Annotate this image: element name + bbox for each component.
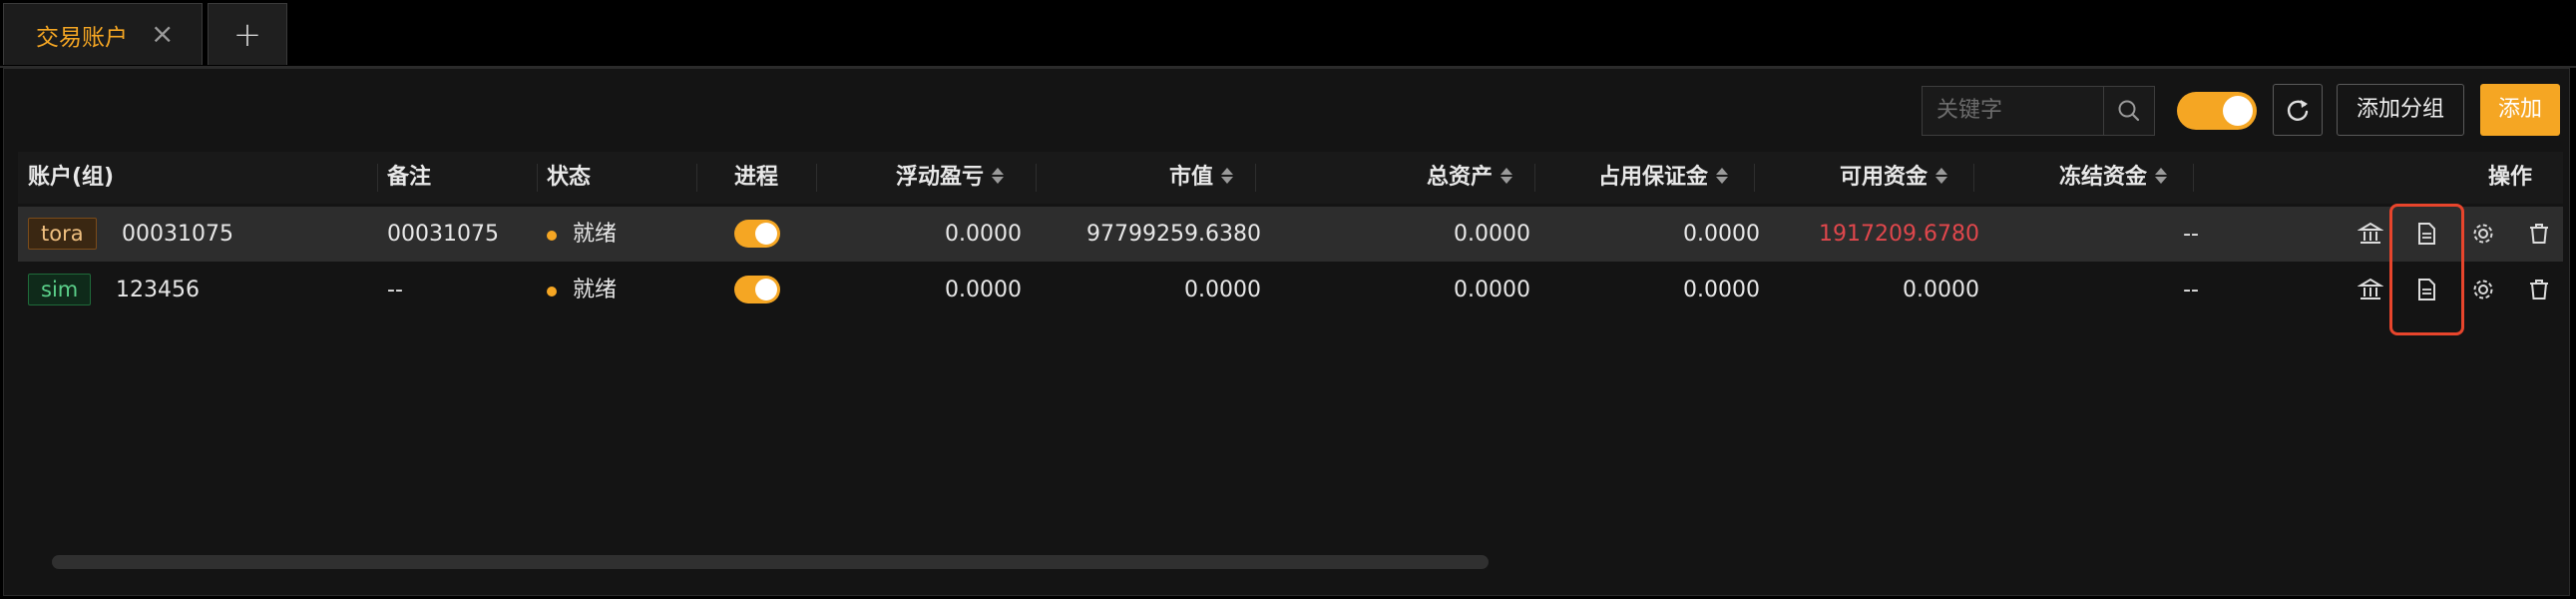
close-icon[interactable]: ×	[151, 20, 179, 48]
status-dot	[547, 287, 557, 297]
add-button[interactable]: 添加	[2480, 84, 2560, 136]
col-frozen-label: 冻结资金	[2059, 165, 2148, 190]
available-funds: 0.0000	[1903, 278, 1979, 302]
sort-icon[interactable]	[1935, 166, 1949, 186]
column-divider	[1754, 164, 1755, 192]
status-text: 就绪	[573, 222, 618, 247]
column-divider	[377, 164, 378, 192]
frozen-funds: --	[2183, 278, 2199, 302]
col-available[interactable]: 可用资金	[1840, 152, 1949, 204]
tab-label: 交易账户	[36, 24, 128, 51]
col-remark: 备注	[387, 165, 432, 190]
status-dot	[547, 231, 557, 241]
sort-icon[interactable]	[1221, 166, 1235, 186]
auto-toggle[interactable]	[2177, 92, 2257, 130]
col-process: 进程	[734, 165, 779, 190]
process-toggle[interactable]	[734, 276, 780, 303]
col-float-pnl[interactable]: 浮动盈亏	[896, 152, 1006, 204]
column-divider	[1973, 164, 1974, 192]
toggle-knob	[755, 223, 777, 245]
col-margin[interactable]: 占用保证金	[1598, 152, 1730, 204]
column-divider	[696, 164, 697, 192]
margin: 0.0000	[1683, 278, 1760, 302]
market-value: 97799259.6380	[1086, 222, 1261, 247]
sort-icon[interactable]	[1501, 166, 1514, 186]
horizontal-scrollbar[interactable]	[52, 555, 1489, 569]
gear-icon[interactable]	[2470, 277, 2496, 302]
process-toggle[interactable]	[734, 220, 780, 248]
account-id: 00031075	[122, 222, 233, 247]
total-assets: 0.0000	[1454, 222, 1530, 247]
column-divider	[1255, 164, 1256, 192]
content-panel	[3, 68, 2570, 596]
column-divider	[816, 164, 817, 192]
tab-trading-accounts[interactable]: 交易账户 ×	[3, 3, 203, 65]
col-account: 账户(组)	[28, 165, 115, 190]
table-row[interactable]: sim 123456 -- 就绪 0.0000 0.0000 0.0000 0.…	[18, 263, 2563, 317]
column-divider	[2193, 164, 2194, 192]
col-market-value[interactable]: 市值	[1169, 152, 1235, 204]
remark: --	[387, 278, 403, 302]
add-tab-button[interactable]: +	[208, 3, 287, 65]
market-value: 0.0000	[1184, 278, 1261, 302]
column-divider	[1534, 164, 1535, 192]
refresh-icon	[2287, 100, 2309, 121]
col-total-assets-label: 总资产	[1427, 165, 1494, 190]
col-margin-label: 占用保证金	[1598, 165, 1709, 190]
search-input[interactable]: 关键字	[1922, 86, 2111, 136]
account-id: 123456	[116, 278, 200, 302]
col-ops: 操作	[2488, 165, 2533, 190]
account-type-tag: sim	[28, 274, 92, 305]
frozen-funds: --	[2183, 222, 2199, 247]
sort-icon[interactable]	[2155, 166, 2169, 186]
trash-icon[interactable]	[2526, 221, 2552, 247]
float-pnl: 0.0000	[945, 222, 1022, 247]
search-button[interactable]	[2103, 86, 2155, 136]
available-funds: 1917209.6780	[1819, 222, 1979, 247]
sort-icon[interactable]	[992, 166, 1006, 186]
col-market-value-label: 市值	[1169, 165, 1214, 190]
add-group-button[interactable]: 添加分组	[2337, 84, 2464, 136]
app-window: 交易账户 × + 关键字 添加分组 添加 账户(组) 备注 状态 进程 浮动盈亏…	[0, 0, 2576, 599]
toggle-knob	[755, 279, 777, 300]
tab-bar: 交易账户 × +	[3, 3, 2573, 65]
column-divider	[1036, 164, 1037, 192]
table-row[interactable]: tora 00031075 00031075 就绪 0.0000 9779925…	[18, 207, 2563, 262]
col-frozen[interactable]: 冻结资金	[2059, 152, 2169, 204]
remark: 00031075	[387, 222, 499, 247]
col-status: 状态	[547, 165, 592, 190]
bank-icon[interactable]	[2358, 221, 2383, 247]
bank-icon[interactable]	[2358, 277, 2383, 302]
plus-icon: +	[232, 14, 262, 55]
highlight-box	[2389, 204, 2464, 335]
column-divider	[537, 164, 538, 192]
status-text: 就绪	[573, 278, 618, 302]
float-pnl: 0.0000	[945, 278, 1022, 302]
col-total-assets[interactable]: 总资产	[1427, 152, 1514, 204]
search-icon	[2118, 100, 2140, 122]
account-type-tag: tora	[28, 218, 97, 250]
table-header: 账户(组) 备注 状态 进程 浮动盈亏 市值 总资产 占用保证金 可用资金 冻结…	[18, 152, 2563, 204]
trash-icon[interactable]	[2526, 277, 2552, 302]
sort-icon[interactable]	[1716, 166, 1730, 186]
gear-icon[interactable]	[2470, 221, 2496, 247]
col-float-pnl-label: 浮动盈亏	[896, 165, 985, 190]
margin: 0.0000	[1683, 222, 1760, 247]
refresh-button[interactable]	[2273, 84, 2323, 136]
col-available-label: 可用资金	[1840, 165, 1929, 190]
total-assets: 0.0000	[1454, 278, 1530, 302]
toggle-knob	[2223, 96, 2253, 126]
